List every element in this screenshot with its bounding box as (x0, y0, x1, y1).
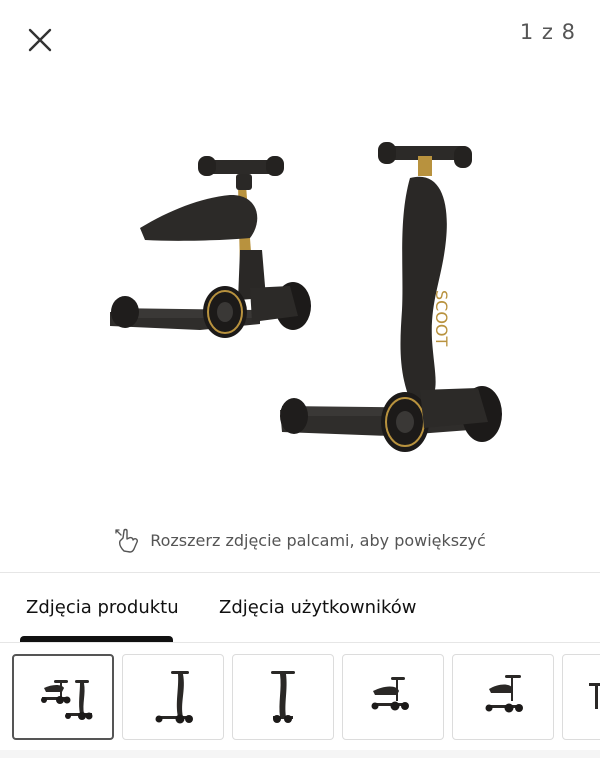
close-button[interactable] (26, 26, 54, 54)
product-photo[interactable]: SCOOT (0, 90, 600, 510)
thumbnail-image (271, 671, 295, 723)
pinch-zoom-icon (115, 528, 139, 553)
close-icon (28, 28, 52, 52)
svg-text:SCOOT: SCOOT (432, 290, 451, 347)
thumbnail[interactable] (122, 654, 224, 740)
thumbnail-strip[interactable] (0, 654, 600, 742)
thumbnail[interactable] (342, 654, 444, 740)
image-source-tabs: Zdjęcia produktu Zdjęcia użytkowników (0, 573, 600, 643)
thumbnail-image (371, 677, 409, 711)
thumbnail-image (485, 675, 523, 713)
scooter-seat-mode-illustration (110, 156, 311, 338)
thumbnail-image (41, 680, 93, 720)
image-counter: 1 z 8 (519, 20, 576, 44)
tab-product-photos[interactable]: Zdjęcia produktu (26, 597, 179, 618)
thumbnail[interactable] (562, 654, 600, 740)
scooter-stand-mode-illustration: SCOOT (280, 142, 502, 452)
thumbnail[interactable] (452, 654, 554, 740)
bottom-bar (0, 750, 600, 758)
tab-user-photos[interactable]: Zdjęcia użytkowników (219, 597, 417, 618)
thumbnail[interactable] (232, 654, 334, 740)
zoom-hint: Rozszerz zdjęcie palcami, aby powiększyć (0, 527, 600, 553)
thumbnail-image (155, 671, 193, 724)
zoom-hint-text: Rozszerz zdjęcie palcami, aby powiększyć (150, 530, 486, 550)
thumbnail[interactable] (12, 654, 114, 740)
divider (0, 642, 600, 643)
thumbnail-image (589, 683, 600, 709)
